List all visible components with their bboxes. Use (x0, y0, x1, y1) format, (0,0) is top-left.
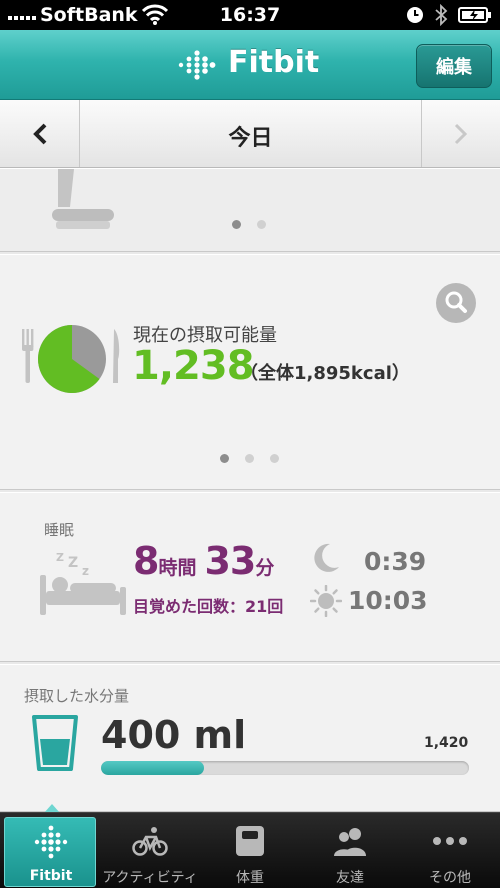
sleep-hours: 8 (133, 539, 159, 583)
next-day-button[interactable] (421, 100, 500, 167)
weight-pager-dots[interactable] (232, 220, 266, 229)
current-day-label: 今日 (228, 126, 273, 151)
magnifier-icon (445, 291, 467, 313)
sun-icon (310, 585, 342, 617)
sleep-hours-unit: 時間 (158, 557, 197, 579)
food-pager-dots[interactable] (220, 454, 279, 463)
svg-text:Z: Z (56, 551, 64, 564)
pager-dot[interactable] (270, 454, 279, 463)
sleep-duration: 8時間 33分 (133, 539, 282, 583)
sleep-label: 睡眠 (44, 521, 75, 539)
sleep-end-time: 10:03 (348, 586, 428, 615)
food-card[interactable]: 現在の摂取可能量 1,238 （全体1,895kcal） (0, 254, 500, 490)
sleep-minutes-unit: 分 (255, 557, 275, 579)
food-plate-icon (22, 325, 120, 393)
more-icon (433, 837, 467, 845)
status-bar: SoftBank 16:37 (0, 0, 500, 30)
alarm-icon (407, 7, 423, 23)
weight-card[interactable] (0, 168, 500, 252)
battery-icon (458, 7, 491, 23)
water-goal-value: 1,420 (424, 735, 469, 751)
pager-dot[interactable] (220, 454, 229, 463)
sleep-card[interactable]: 睡眠 Z Z z 8時間 33分 目覚めた回数：21回 0:39 10:03 (0, 492, 500, 662)
tab-bar: Fitbit アクティビティ 体重 友達 その他 (0, 812, 500, 888)
tab-label: 友達 (336, 870, 364, 886)
water-intake-label: 摂取した水分量 (24, 687, 130, 705)
awakened-count: 目覚めた回数：21回 (133, 597, 284, 616)
clock: 16:37 (219, 4, 281, 26)
bluetooth-icon (435, 4, 448, 26)
moon-icon (314, 543, 339, 572)
available-calories-value: 1,238 (132, 343, 255, 389)
svg-text:z: z (82, 564, 89, 578)
sleeping-bed-icon: Z Z z (40, 551, 126, 615)
water-progress-fill (101, 761, 205, 775)
water-card[interactable]: 摂取した水分量 400 ml 1,420 (0, 664, 500, 812)
chevron-left-icon (32, 123, 46, 144)
tab-label: Fitbit (29, 868, 73, 884)
water-intake-value: 400 ml (101, 713, 247, 757)
tab-friends[interactable]: 友達 (300, 813, 400, 888)
tab-weight[interactable]: 体重 (200, 813, 300, 888)
tab-more[interactable]: その他 (400, 813, 500, 888)
edit-button[interactable]: 編集 (416, 44, 492, 88)
chevron-right-icon (454, 123, 468, 144)
fitbit-logo-icon (178, 50, 216, 80)
sleep-start-time: 0:39 (364, 547, 427, 576)
bicycle-icon (132, 827, 168, 856)
total-calories-label: （全体1,895kcal） (240, 363, 410, 384)
pager-dot[interactable] (232, 220, 241, 229)
scale-icon (236, 826, 264, 856)
search-food-button[interactable] (436, 283, 476, 323)
scale-icon (52, 169, 114, 229)
tab-label: 体重 (236, 870, 264, 886)
pager-dot[interactable] (245, 454, 254, 463)
svg-text:Z: Z (68, 555, 78, 571)
app-header: Fitbit 編集 (0, 30, 500, 100)
date-navigation: 今日 (0, 100, 500, 168)
app-title: Fitbit (228, 45, 320, 80)
previous-day-button[interactable] (0, 100, 80, 167)
water-progress-bar (101, 761, 469, 775)
tab-fitbit[interactable]: Fitbit (4, 817, 96, 887)
pager-dot[interactable] (257, 220, 266, 229)
tab-label: その他 (429, 870, 471, 886)
sleep-minutes: 33 (204, 539, 256, 583)
tab-activity[interactable]: アクティビティ (100, 813, 200, 888)
fitbit-logo-icon (34, 825, 68, 859)
tab-label: アクティビティ (102, 870, 198, 886)
water-cup-icon (32, 715, 78, 771)
friends-icon (334, 828, 366, 856)
